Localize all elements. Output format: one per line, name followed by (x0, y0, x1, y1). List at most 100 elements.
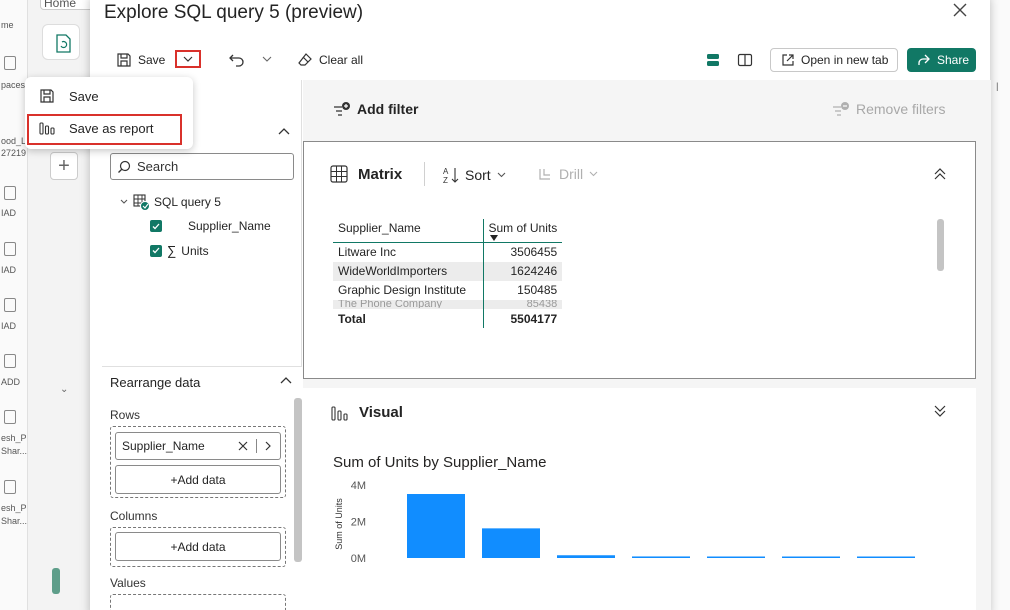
bg-label: paces (1, 80, 26, 90)
chart-bar[interactable] (782, 556, 840, 559)
chevron-right-icon[interactable] (265, 441, 271, 451)
bar-chart-icon (331, 405, 348, 421)
svg-text:Z: Z (443, 176, 448, 184)
data-pane-collapse-button[interactable] (278, 127, 290, 135)
bg-label: 27219 (1, 148, 27, 158)
bg-label: Shar... (1, 446, 28, 456)
table-row: Litware Inc 3506455 (333, 242, 563, 262)
matrix-scrollbar[interactable] (937, 219, 944, 271)
bg-scrollbar (52, 568, 60, 594)
bg-label: me (1, 20, 14, 30)
layout-stacked-button[interactable] (705, 52, 721, 68)
remove-icon[interactable] (238, 441, 248, 451)
chart-bar[interactable] (632, 556, 690, 558)
bg-label: Shar... (1, 516, 28, 526)
save-options-dropdown-button[interactable] (175, 50, 201, 68)
y-tick-label: 2M (351, 517, 366, 529)
field-label: Supplier_Name (188, 219, 271, 233)
search-icon (118, 160, 131, 173)
field-label: Units (181, 243, 209, 258)
matrix-title: Matrix (358, 165, 403, 183)
sort-label: Sort (465, 167, 491, 183)
search-placeholder: Search (137, 159, 179, 174)
bg-label: esh_P (1, 433, 27, 443)
total-label: Total (338, 311, 366, 326)
rows-add-data-button[interactable]: +Add data (115, 465, 281, 494)
double-chevron-up-icon (934, 168, 946, 180)
y-tick-label: 0M (351, 553, 366, 565)
drill-icon (539, 169, 550, 180)
share-icon (918, 54, 930, 65)
sort-button[interactable]: AZ Sort (443, 166, 506, 184)
close-button[interactable] (950, 2, 970, 22)
double-chevron-down-icon (934, 405, 946, 417)
chart-bar[interactable] (857, 556, 915, 559)
svg-text:A: A (443, 167, 449, 176)
cell-supplier: Litware Inc (338, 245, 397, 260)
rearrange-collapse-button[interactable] (280, 376, 292, 384)
visual-expand-button[interactable] (933, 405, 947, 417)
save-button[interactable]: Save (116, 52, 165, 68)
columns-add-data-button[interactable]: +Add data (115, 532, 281, 561)
sort-az-icon: AZ (443, 167, 459, 184)
drill-button[interactable]: Drill (537, 166, 598, 182)
chevron-up-icon (278, 128, 290, 135)
bg-chevron-down-icon: ⌄ (60, 384, 69, 395)
columns-label: Columns (110, 509, 158, 523)
column-header-label: Sum of Units (488, 221, 558, 235)
sigma-icon: ∑ (167, 243, 177, 258)
add-filter-label: Add filter (357, 101, 419, 117)
chart-title: Sum of Units by Supplier_Name (333, 454, 547, 471)
tree-root-sql-query[interactable]: SQL query 5 (120, 194, 221, 211)
cell-units-partial: 85438 (482, 299, 563, 309)
rows-field-chip[interactable]: Supplier_Name (115, 432, 281, 460)
data-pane-scrollbar[interactable] (294, 398, 302, 562)
remove-filter-icon (833, 102, 849, 116)
column-header[interactable]: Sum of Units (482, 219, 563, 243)
add-filter-button[interactable]: Add filter (333, 101, 418, 117)
tree-root-label: SQL query 5 (154, 195, 221, 209)
visual-header: Visual (331, 404, 403, 421)
undo-button[interactable] (228, 52, 246, 68)
checkbox-checked[interactable] (150, 220, 162, 232)
background-left-rail: me paces ood_L 27219 IAD IAD IAD ADD esh… (0, 0, 28, 610)
share-label: Share (937, 53, 970, 67)
bar-chart: Sum of Units 4M 2M 0M (334, 480, 915, 565)
undo-dropdown-button[interactable] (262, 56, 272, 63)
highlight-box (27, 114, 182, 145)
sort-descending-icon (489, 235, 498, 241)
cell-units: 150485 (482, 280, 563, 300)
chevron-down-icon (262, 56, 272, 62)
matrix-collapse-button[interactable] (933, 168, 947, 180)
bg-right-fragment: l (996, 80, 999, 94)
bg-label: IAD (1, 208, 17, 218)
clear-all-button[interactable]: Clear all (297, 52, 363, 68)
field-supplier-name[interactable]: Supplier_Name (150, 219, 271, 233)
chip-divider (256, 439, 257, 453)
share-button[interactable]: Share (907, 48, 976, 72)
bg-item-icon (4, 186, 16, 200)
bg-item-icon (4, 410, 16, 424)
field-units[interactable]: ∑ Units (150, 243, 209, 258)
chevron-down-icon (589, 171, 598, 177)
remove-filters-button[interactable]: Remove filters (832, 101, 945, 117)
chart-bar[interactable] (482, 528, 540, 558)
chart-bar[interactable] (557, 555, 615, 558)
menu-item-label: Save (69, 88, 99, 104)
matrix-header: Matrix (330, 165, 402, 183)
checkbox-checked[interactable] (150, 244, 162, 257)
chart-bar[interactable] (707, 556, 765, 559)
bg-plus-icon: + (50, 152, 78, 180)
values-drop-zone[interactable] (110, 594, 286, 610)
y-tick-label: 4M (351, 480, 366, 492)
search-input[interactable]: Search (110, 153, 294, 180)
menu-item-save[interactable]: Save (39, 88, 99, 104)
chevron-down-icon (120, 199, 128, 204)
chart-bar[interactable] (407, 494, 465, 558)
layout-side-by-side-button[interactable] (737, 52, 753, 68)
column-header[interactable]: Supplier_Name (333, 219, 483, 243)
open-in-new-tab-button[interactable]: Open in new tab (770, 48, 898, 72)
bg-item-icon (4, 56, 16, 70)
save-icon (117, 53, 131, 67)
cell-supplier-partial: The Phone Company (333, 299, 483, 309)
